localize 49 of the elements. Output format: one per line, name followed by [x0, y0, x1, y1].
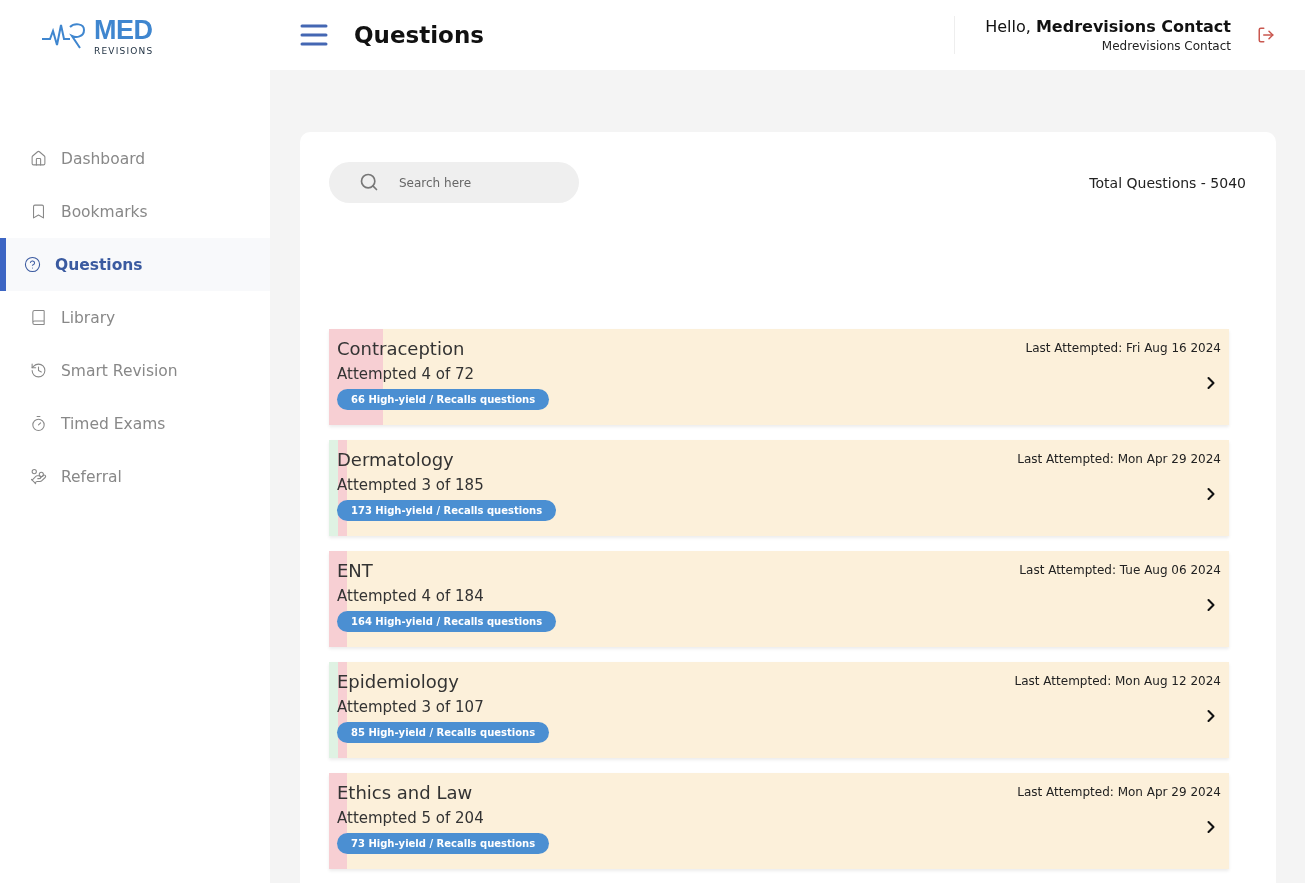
topic-card[interactable]: ENT Attempted 4 of 184 164 High-yield / Recalls questions Last Attempted: Tue Aug 06 2024: [329, 551, 1229, 647]
search-icon: [359, 172, 379, 192]
logo-subtitle: REVISIONS: [94, 45, 154, 56]
topic-name: Epidemiology: [337, 671, 459, 692]
history-icon: [30, 362, 47, 379]
attempted-count: Attempted 3 of 107: [337, 698, 484, 716]
last-attempted-date: Last Attempted: Mon Apr 29 2024: [1017, 785, 1221, 799]
page-title: Questions: [354, 22, 485, 48]
attempted-count: Attempted 4 of 72: [337, 365, 475, 383]
book-icon: [30, 309, 47, 326]
search-field[interactable]: Search here: [329, 162, 579, 203]
topic-name: Ethics and Law: [337, 782, 473, 803]
attempted-count: Attempted 5 of 204: [337, 809, 484, 827]
sidebar-item[interactable]: Library: [0, 291, 270, 344]
topic-name: Dermatology: [337, 449, 454, 470]
bookmark-icon: [30, 203, 47, 220]
high-yield-badge: 164 High-yield / Recalls questions: [337, 611, 557, 632]
greeting-text: Hello, Medrevisions Contact: [985, 17, 1231, 36]
topic-name: ENT: [337, 560, 373, 581]
logo-text: MED: [94, 14, 154, 46]
topic-card[interactable]: Epidemiology Attempted 3 of 107 85 High-yield / Recalls questions Last Attempted: Mon Aug 12 2024: [329, 662, 1229, 758]
sidebar-item[interactable]: Referral: [0, 450, 270, 503]
high-yield-badge: 173 High-yield / Recalls questions: [337, 500, 557, 521]
topic-card[interactable]: Ethics and Law Attempted 5 of 204 73 High-yield / Recalls questions Last Attempted: Mon Apr 29 2024: [329, 773, 1229, 869]
sidebar-item[interactable]: Timed Exams: [0, 397, 270, 450]
last-attempted-date: Last Attempted: Fri Aug 16 2024: [1025, 341, 1221, 355]
last-attempted-date: Last Attempted: Tue Aug 06 2024: [1019, 563, 1221, 577]
last-attempted-date: Last Attempted: Mon Aug 12 2024: [1014, 674, 1221, 688]
hand-coins-icon: [30, 468, 47, 485]
menu-button[interactable]: [300, 23, 328, 47]
question-icon: [24, 256, 41, 273]
logout-button[interactable]: [1257, 26, 1275, 44]
topic-name: Contraception: [337, 338, 465, 359]
home-icon: [30, 150, 47, 167]
last-attempted-date: Last Attempted: Mon Apr 29 2024: [1017, 452, 1221, 466]
user-name: Medrevisions Contact: [1101, 39, 1231, 53]
topic-card[interactable]: Dermatology Attempted 3 of 185 173 High-yield / Recalls questions Last Attempted: Mon Apr 29 2024: [329, 440, 1229, 536]
topic-card[interactable]: Contraception Attempted 4 of 72 66 High-yield / Recalls questions Last Attempted: Fri Aug 16 2024: [329, 329, 1229, 425]
attempted-count: Attempted 3 of 185: [337, 476, 484, 494]
total-questions: Total Questions - 5040: [1089, 174, 1246, 191]
high-yield-badge: 73 High-yield / Recalls questions: [337, 833, 550, 854]
sidebar-item[interactable]: Dashboard: [0, 132, 270, 185]
attempted-count: Attempted 4 of 184: [337, 587, 484, 605]
high-yield-badge: 66 High-yield / Recalls questions: [337, 389, 550, 410]
high-yield-badge: 85 High-yield / Recalls questions: [337, 722, 550, 743]
sidebar-item[interactable]: Bookmarks: [0, 185, 270, 238]
sidebar-item[interactable]: Smart Revision: [0, 344, 270, 397]
timer-icon: [30, 415, 47, 432]
sidebar-item[interactable]: Questions: [0, 238, 270, 291]
